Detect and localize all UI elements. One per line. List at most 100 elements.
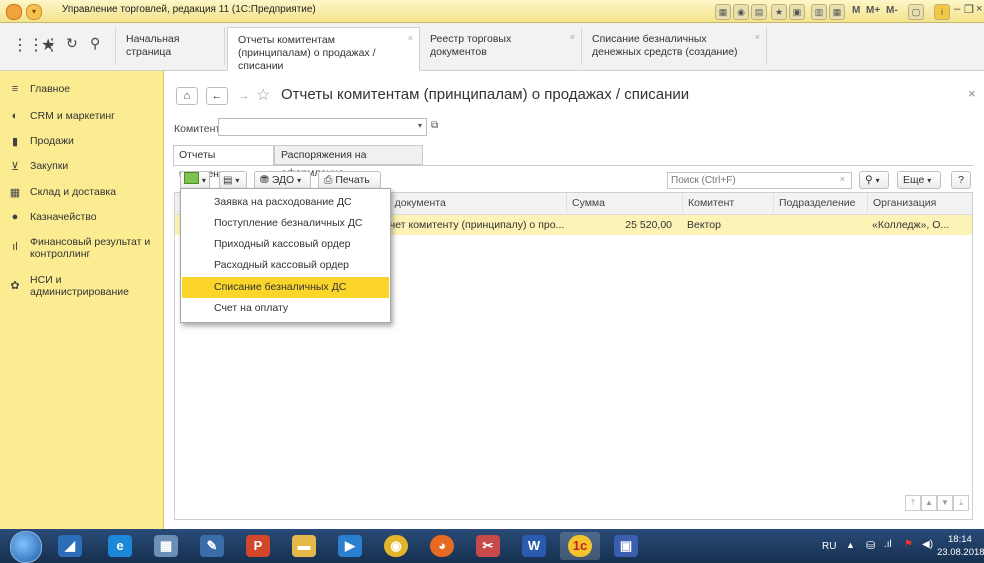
close-window-icon[interactable]: × (976, 3, 982, 15)
printer-icon: ⎙ (324, 174, 333, 186)
tab-cashless-writeoff[interactable]: Списание безналичных денежных средств (с… (582, 27, 767, 65)
tab-trade-docs-registry[interactable]: Реестр торговых документов × (420, 27, 582, 65)
network-icon[interactable]: .ıl (884, 539, 892, 550)
close-tab-icon[interactable]: × (570, 31, 575, 44)
clock-date[interactable]: 23.08.2018 (937, 547, 984, 558)
taskbar-app-powerpoint[interactable]: P (238, 532, 278, 560)
tab-committent-reports-sub[interactable]: Отчеты комитентам (173, 145, 274, 180)
info-icon[interactable]: i (934, 4, 950, 20)
tab-label: Начальная страница (126, 33, 180, 58)
open-link-icon[interactable]: ⧉ (431, 120, 438, 131)
help-button[interactable]: ? (951, 171, 971, 189)
layout-icon[interactable]: ▢ (908, 4, 924, 20)
favorite-icon[interactable]: ★ (771, 4, 787, 20)
menu-item-cash-receipt-order[interactable]: Приходный кассовый ордер (182, 234, 389, 255)
more-button[interactable]: Еще ▾ (897, 171, 941, 189)
volume-icon[interactable]: ◀) (922, 539, 933, 550)
forward-button[interactable]: → (234, 87, 254, 105)
flag-icon[interactable]: ⚑ (904, 539, 913, 550)
scroll-up-icon[interactable]: ▲ (921, 495, 937, 511)
taskbar-app-1c[interactable]: 1c (560, 532, 600, 560)
taskbar-app-files[interactable]: ▬ (284, 532, 324, 560)
taskbar-app-save[interactable]: ▣ (606, 532, 646, 560)
page-title: Отчеты комитентам (принципалам) о продаж… (281, 86, 690, 103)
taskbar-app-word[interactable]: W (514, 532, 554, 560)
toolbar-icon[interactable]: ▣ (789, 4, 805, 20)
warehouse-icon: ▦ (9, 187, 21, 199)
memory-plus-button[interactable]: M+ (866, 5, 880, 16)
toolbar-icon[interactable]: ▦ (715, 4, 731, 20)
home-button[interactable]: ⌂ (176, 87, 198, 105)
column-header-doc[interactable]: п документа (380, 193, 566, 213)
print-button[interactable]: ⎙ Печать ▾ (318, 171, 381, 201)
favorites-star-icon[interactable]: ★ (41, 35, 55, 55)
minimize-icon[interactable]: – (954, 3, 960, 15)
taskbar-app-snipping[interactable]: ✂ (468, 532, 508, 560)
favorite-star-icon[interactable]: ☆ (256, 85, 270, 105)
sidebar: ≡ Главное ◐ CRM и маркетинг ▮ Продажи ⊻ … (0, 71, 164, 529)
tab-start-page[interactable]: Начальная страница (115, 27, 225, 65)
column-header-organization[interactable]: Организация (867, 193, 972, 213)
language-indicator[interactable]: RU (822, 541, 836, 552)
taskbar-app-explorer[interactable]: ◢ (50, 532, 90, 560)
cell-sum: 25 520,00 (625, 219, 672, 231)
column-header-committent[interactable]: Комитент (682, 193, 773, 213)
cell-doc: тчет комитенту (принципалу) о про... (385, 219, 565, 231)
scroll-controls: ⤒ ▲ ▼ ⤓ (905, 495, 969, 511)
search-button[interactable]: ⚲ ▾ (859, 171, 889, 189)
folder-icon: ▬ (292, 535, 316, 557)
back-button[interactable]: ← (206, 87, 228, 105)
restore-icon[interactable]: ❐ (964, 3, 974, 16)
menu-item-expense-request[interactable]: Заявка на расходование ДС (182, 192, 389, 213)
clock-time[interactable]: 18:14 (948, 534, 972, 545)
menu-item-cashless-writeoff[interactable]: Списание безналичных ДС (182, 277, 389, 298)
create-based-on-button[interactable]: ▾ (180, 171, 210, 189)
tray-arrow-icon[interactable]: ▲ (846, 540, 855, 550)
menu-item-invoice[interactable]: Счет на оплату (182, 298, 389, 319)
scroll-bottom-icon[interactable]: ⤓ (953, 495, 969, 511)
taskbar-app-media[interactable]: ▶ (330, 532, 370, 560)
memory-minus-button[interactable]: M- (886, 5, 898, 16)
search-field[interactable] (668, 173, 824, 188)
close-tab-icon[interactable]: × (408, 32, 413, 45)
calendar-icon[interactable]: ▥ (811, 4, 827, 20)
tab-orders-to-issue[interactable]: Распоряжения на оформление (274, 145, 423, 179)
column-header-department[interactable]: Подразделение (773, 193, 867, 213)
cell-organization: «Колледж», О... (872, 219, 950, 231)
scroll-down-icon[interactable]: ▼ (937, 495, 953, 511)
clear-search-icon[interactable]: × (840, 174, 845, 184)
taskbar-app-ie[interactable]: e (100, 532, 140, 560)
menu-item-cash-expense-order[interactable]: Расходный кассовый ордер (182, 255, 389, 276)
taskbar-app-paint[interactable]: ✎ (192, 532, 232, 560)
memory-m-button[interactable]: M (852, 5, 860, 16)
main-menu-icon[interactable]: ▾ (26, 4, 42, 20)
start-button[interactable] (10, 531, 42, 563)
search-icon: ⚲ (865, 174, 873, 186)
taskbar-app-firefox[interactable]: ◕ (422, 532, 462, 560)
tabs-bar: ⋮⋮⋮ ★ ↻ ⚲ Начальная страница Отчеты коми… (0, 23, 984, 72)
history-icon[interactable]: ↻ (66, 35, 78, 52)
media-player-icon: ▶ (338, 535, 362, 557)
close-form-icon[interactable]: × (968, 86, 976, 101)
ie-icon: e (108, 535, 132, 557)
menu-item-cashless-receipt[interactable]: Поступление безналичных ДС (182, 213, 389, 234)
word-icon: W (522, 535, 546, 557)
search-input[interactable]: × (667, 172, 852, 189)
search-icon[interactable]: ⚲ (90, 35, 100, 52)
column-header-sum[interactable]: Сумма (566, 193, 682, 213)
close-tab-icon[interactable]: × (755, 31, 760, 44)
floppy-icon: ▣ (614, 535, 638, 557)
report-button[interactable]: ▤ ▾ (219, 171, 247, 189)
toolbar-icon[interactable]: ▤ (751, 4, 767, 20)
taskbar-app-chrome[interactable]: ◉ (376, 532, 416, 560)
calculator-icon[interactable]: ▦ (829, 4, 845, 20)
tray-app-icon[interactable]: ⛁ (866, 539, 875, 552)
scroll-top-icon[interactable]: ⤒ (905, 495, 921, 511)
toolbar-icon[interactable]: ◉ (733, 4, 749, 20)
tab-committent-reports[interactable]: Отчеты комитентам (принципалам) о продаж… (227, 27, 420, 72)
dropdown-arrow-icon[interactable]: ▾ (418, 121, 422, 130)
taskbar-app-calculator[interactable]: ▦ (146, 532, 186, 560)
app-logo-icon[interactable] (6, 4, 22, 20)
committent-field[interactable]: ▾ (218, 118, 427, 136)
edo-button[interactable]: ⛃ ЭДО ▾ (254, 171, 311, 189)
